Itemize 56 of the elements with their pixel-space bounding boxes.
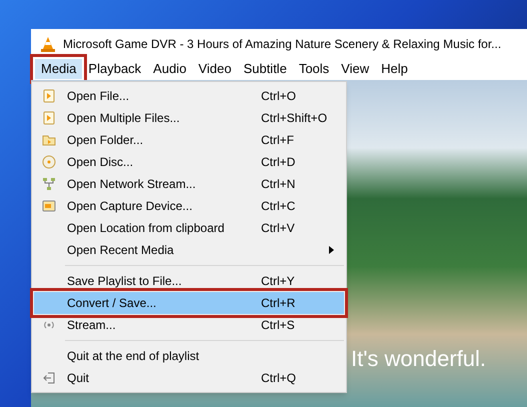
menu-item-label: Open Multiple Files...: [67, 110, 181, 127]
menu-item-label: Open Network Stream...: [67, 176, 197, 193]
menu-bar-item[interactable]: Video: [192, 59, 238, 79]
menu-item-label: Open Location from clipboard: [67, 220, 226, 237]
menu-item[interactable]: Open File... Ctrl+O: [34, 85, 344, 107]
folder-icon: [42, 133, 56, 147]
menu-item[interactable]: Quit at the end of playlist: [34, 345, 344, 367]
menu-item[interactable]: Convert / Save... Ctrl+R: [34, 292, 344, 314]
menu-bar-item[interactable]: Help: [375, 59, 414, 79]
menu-item-label: Open Capture Device...: [67, 198, 194, 215]
shortcut-text: Ctrl+Y: [261, 273, 295, 290]
network-icon: [42, 177, 56, 191]
shortcut-text: Ctrl+N: [261, 176, 296, 193]
shortcut-text: Ctrl+Shift+O: [261, 110, 328, 127]
menu-bar-item[interactable]: Playback: [82, 59, 148, 79]
menu-item-label: Stream...: [67, 317, 117, 334]
submenu-arrow-icon: [329, 246, 334, 254]
exit-icon: [42, 371, 56, 385]
shortcut-text: Ctrl+Q: [261, 370, 296, 387]
menu-item[interactable]: Open Recent Media: [34, 239, 344, 261]
menu-bar-item[interactable]: Media: [35, 59, 82, 79]
shortcut-text: Ctrl+F: [261, 132, 294, 149]
shortcut-text: Ctrl+C: [261, 198, 296, 215]
traffic-cone-icon: [41, 36, 55, 52]
menu-item[interactable]: Open Folder... Ctrl+F: [34, 129, 344, 151]
menu-bar-item[interactable]: Tools: [292, 59, 336, 79]
capture-device-icon: [42, 199, 56, 213]
subtitle-text: It's wonderful.: [351, 345, 486, 373]
media-file-icon: [42, 111, 56, 125]
media-file-icon: [42, 89, 56, 103]
menu-bar-item[interactable]: View: [335, 59, 376, 79]
menu-item-label: Open Folder...: [67, 132, 144, 149]
menu-bar-item[interactable]: Subtitle: [237, 59, 293, 79]
menu-item-label: Open File...: [67, 88, 130, 105]
menu-item-label: Quit: [67, 370, 90, 387]
menu-item[interactable]: Open Disc... Ctrl+D: [34, 151, 344, 173]
shortcut-text: Ctrl+R: [261, 295, 296, 312]
menu-item-label: Quit at the end of playlist: [67, 348, 200, 365]
shortcut-text: Ctrl+O: [261, 88, 296, 105]
menu-item[interactable]: Open Capture Device... Ctrl+C: [34, 195, 344, 217]
shortcut-text: Ctrl+D: [261, 154, 296, 171]
menu-item-label: Open Disc...: [67, 154, 134, 171]
menu-item[interactable]: Stream... Ctrl+S: [34, 314, 344, 336]
menu-item-label: Convert / Save...: [67, 295, 158, 312]
menu-item-label: Open Recent Media: [67, 242, 175, 259]
shortcut-text: Ctrl+S: [261, 317, 295, 334]
window-title: Microsoft Game DVR - 3 Hours of Amazing Nature Scenery & Relaxing Music for...: [63, 36, 502, 52]
menu-item[interactable]: Open Location from clipboard Ctrl+V: [34, 217, 344, 239]
menu-bar-item[interactable]: Audio: [147, 59, 192, 79]
disc-icon: [42, 155, 56, 169]
menu-item[interactable]: Save Playlist to File... Ctrl+Y: [34, 270, 344, 292]
menu-item[interactable]: Open Network Stream... Ctrl+N: [34, 173, 344, 195]
menu-item[interactable]: Quit Ctrl+Q: [34, 367, 344, 389]
menu-item-label: Save Playlist to File...: [67, 273, 183, 290]
menu-item[interactable]: Open Multiple Files... Ctrl+Shift+O: [34, 107, 344, 129]
shortcut-text: Ctrl+V: [261, 220, 295, 237]
